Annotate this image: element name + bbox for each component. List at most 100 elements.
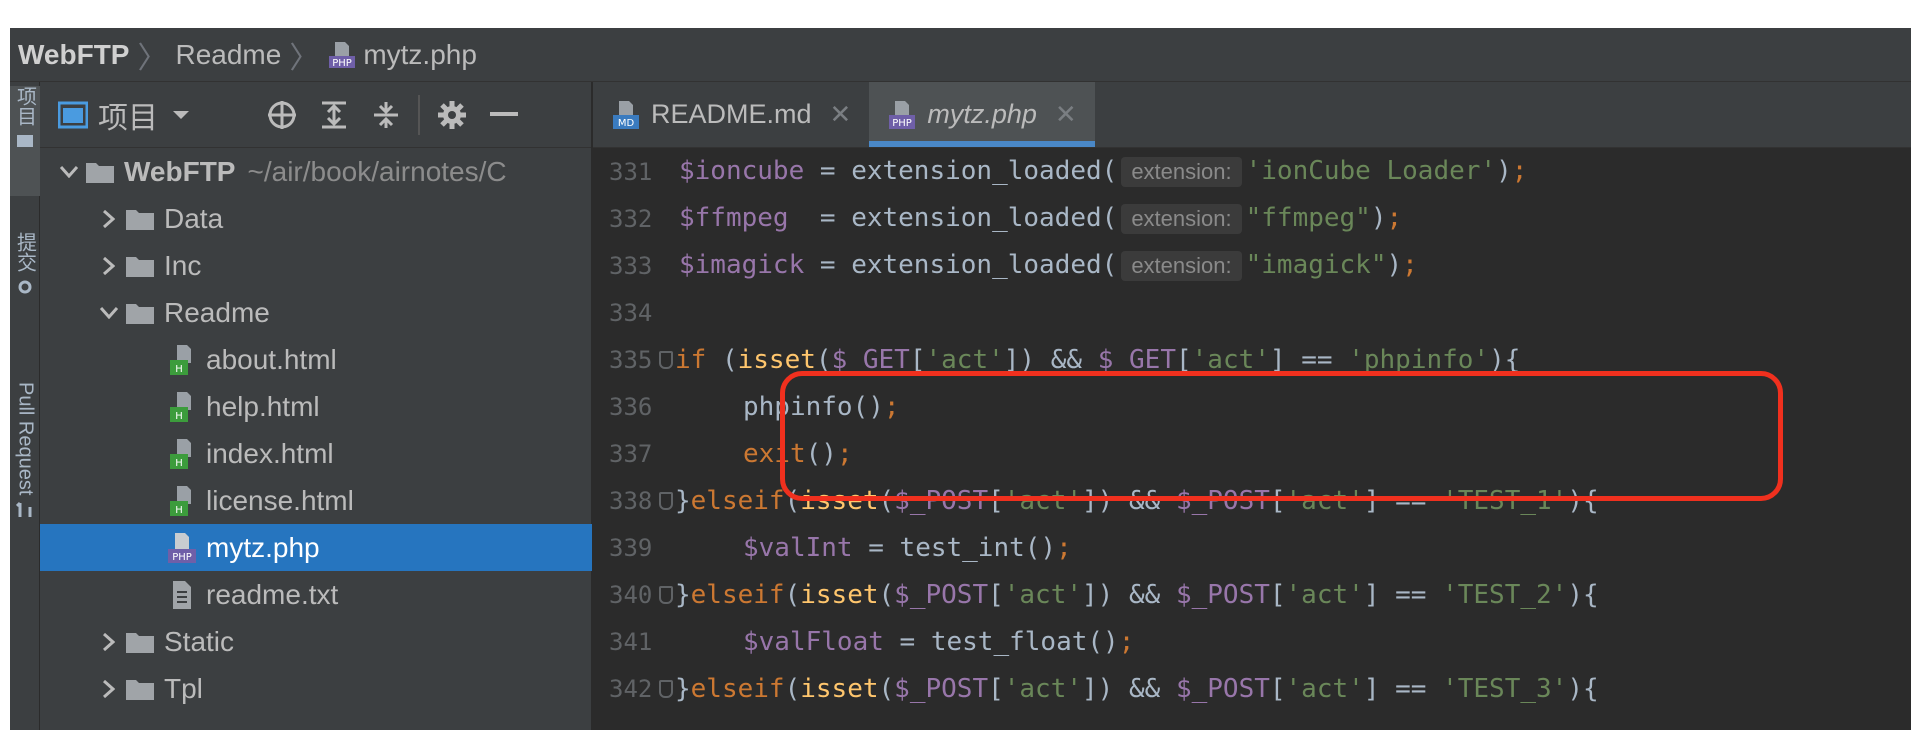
tree-file-item[interactable]: Hindex.html — [40, 430, 592, 477]
fold-icon[interactable] — [659, 492, 673, 510]
svg-text:PHP: PHP — [172, 552, 192, 563]
code-text: $ioncube = extension_loaded(extension:'i… — [679, 156, 1528, 187]
code-line: 333 $imagick = extension_loaded(extensio… — [593, 242, 1911, 289]
code-line: 331 $ioncube = extension_loaded(extensio… — [593, 148, 1911, 195]
tree-item-label: Data — [164, 202, 224, 234]
line-number: 339 — [609, 533, 653, 562]
tree-folder-item[interactable]: WebFTP ~/air/book/airnotes/C — [40, 148, 592, 195]
param-hint: extension: — [1121, 251, 1242, 281]
svg-text:H: H — [175, 505, 183, 516]
text-file-icon — [166, 577, 198, 613]
tab-label: README.md — [651, 99, 812, 129]
chevron-right-icon[interactable] — [94, 209, 124, 228]
line-number: 337 — [609, 439, 653, 468]
tree-folder-item[interactable]: Data — [40, 195, 592, 242]
tool-window-strip: 项目 提交 Pull Request — [10, 82, 40, 730]
fold-icon[interactable] — [659, 586, 673, 604]
annotation-highlight-box — [780, 371, 1783, 501]
line-number: 333 — [609, 251, 653, 280]
chevron-right-icon[interactable] — [94, 632, 124, 651]
code-line: 342 }elseif(isset($_POST['act']) && $_PO… — [593, 665, 1911, 712]
folder-icon — [124, 671, 156, 707]
collapse-all-icon[interactable] — [366, 95, 406, 135]
strip-tab-pull-request[interactable]: Pull Request — [10, 382, 40, 582]
tree-folder-item[interactable]: Tpl — [40, 665, 592, 712]
html-file-icon: H — [166, 483, 198, 519]
line-number: 331 — [609, 157, 653, 186]
tree-item-path: ~/air/book/airnotes/C — [247, 155, 507, 187]
code-line: 339 $valInt = test_int(); — [593, 524, 1911, 571]
chevron-down-icon[interactable] — [54, 165, 84, 178]
svg-text:H: H — [175, 458, 183, 469]
breadcrumb-item-project[interactable]: WebFTP — [18, 39, 129, 71]
breadcrumb-item-folder[interactable]: Readme — [175, 39, 281, 71]
pull-request-icon — [15, 501, 34, 524]
line-number: 336 — [609, 392, 653, 421]
code-text: }elseif(isset($_POST['act']) && $_POST['… — [659, 580, 1599, 610]
svg-text:H: H — [175, 364, 183, 375]
chevron-right-icon[interactable] — [94, 679, 124, 698]
param-hint: extension: — [1121, 157, 1242, 187]
tree-item-label: Tpl — [164, 672, 203, 704]
code-text: $valFloat = test_float(); — [743, 626, 1135, 657]
folder-icon — [124, 201, 156, 237]
tree-item-label: WebFTP — [124, 155, 236, 187]
tree-item-label: index.html — [206, 437, 334, 469]
tab-mytz-php[interactable]: PHP mytz.php ✕ — [869, 82, 1095, 147]
line-number: 332 — [609, 204, 653, 233]
tree-file-item[interactable]: PHP mytz.php — [40, 524, 592, 571]
locate-icon[interactable] — [262, 95, 302, 135]
project-panel: 项目 WebFTP ~/air/book/airnotes/C Data Inc… — [40, 82, 592, 730]
chevron-down-icon[interactable] — [94, 306, 124, 319]
strip-tab-pull-request-label: Pull Request — [14, 382, 37, 496]
fold-icon[interactable] — [659, 680, 673, 698]
strip-tab-commit[interactable]: 提交 — [10, 232, 40, 372]
tree-file-item[interactable]: Hlicense.html — [40, 477, 592, 524]
code-line: 334 — [593, 289, 1911, 336]
toolbar-divider — [418, 94, 420, 135]
chevron-right-icon[interactable] — [94, 256, 124, 275]
project-view-selector[interactable]: 项目 — [58, 93, 190, 137]
tree-folder-item[interactable]: Static — [40, 618, 592, 665]
chevron-down-icon — [172, 109, 190, 121]
ide-window: WebFTP 〉 Readme 〉 PHP mytz.php 项目 提交 Pul… — [10, 28, 1911, 730]
tree-item-label: Static — [164, 625, 235, 657]
folder-icon — [84, 154, 116, 190]
tree-item-label: mytz.php — [206, 531, 320, 563]
tree-file-item[interactable]: readme.txt — [40, 571, 592, 618]
strip-tab-commit-label: 提交 — [13, 232, 36, 272]
tree-item-label: about.html — [206, 343, 337, 375]
code-line: 340 }elseif(isset($_POST['act']) && $_PO… — [593, 571, 1911, 618]
expand-all-icon[interactable] — [314, 95, 354, 135]
close-icon[interactable]: ✕ — [1055, 99, 1077, 130]
svg-text:MD: MD — [618, 118, 635, 129]
breadcrumb-item-file[interactable]: PHP mytz.php — [327, 39, 477, 71]
hide-icon[interactable] — [484, 95, 524, 135]
markdown-file-icon: MD — [611, 99, 641, 131]
close-icon[interactable]: ✕ — [830, 99, 852, 130]
folder-icon — [124, 248, 156, 284]
html-file-icon: H — [166, 342, 198, 378]
tab-label: mytz.php — [927, 99, 1037, 129]
tree-folder-item[interactable]: Readme — [40, 289, 592, 336]
tree-item-label: help.html — [206, 390, 320, 422]
project-view-label: 项目 — [98, 101, 158, 135]
html-file-icon: H — [166, 389, 198, 425]
svg-text:H: H — [175, 411, 183, 422]
html-file-icon: H — [166, 436, 198, 472]
editor-tabs: MD README.md ✕ PHP mytz.php ✕ — [593, 82, 1911, 148]
settings-icon[interactable] — [432, 95, 472, 135]
tree-item-label: readme.txt — [206, 578, 339, 610]
tab-readme-md[interactable]: MD README.md ✕ — [593, 82, 869, 147]
code-text: $valInt = test_int(); — [743, 532, 1072, 563]
fold-icon[interactable] — [659, 351, 673, 369]
tree-folder-item[interactable]: Inc — [40, 242, 592, 289]
strip-tab-project[interactable]: 项目 — [10, 86, 40, 196]
code-text: $ffmpeg = extension_loaded(extension: "ff… — [679, 203, 1403, 234]
tree-file-item[interactable]: Habout.html — [40, 336, 592, 383]
php-file-icon: PHP — [166, 530, 198, 566]
tree-file-item[interactable]: Hhelp.html — [40, 383, 592, 430]
php-file-icon: PHP — [327, 40, 357, 70]
svg-text:PHP: PHP — [333, 58, 353, 69]
line-number: 341 — [609, 627, 653, 656]
